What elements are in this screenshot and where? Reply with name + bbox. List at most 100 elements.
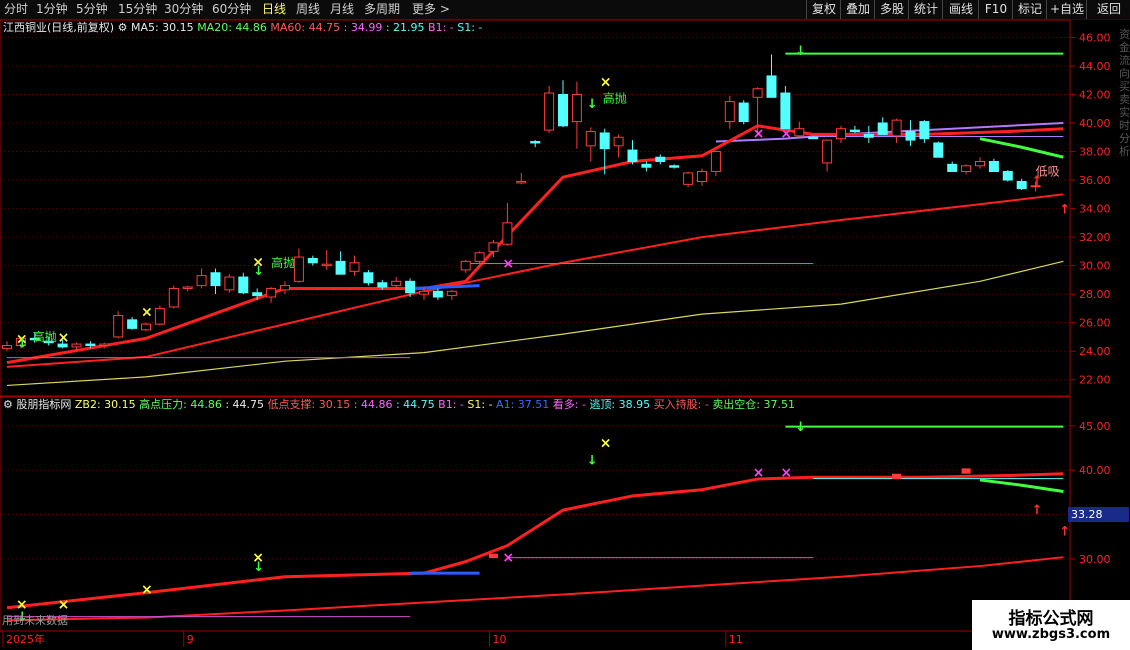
y-tick-label: 32.00	[1079, 231, 1111, 244]
watermark-line1: 指标公式网	[1008, 609, 1094, 629]
value-label-2: : 44.86	[353, 398, 393, 411]
candle-body	[99, 343, 110, 347]
candle-body	[432, 290, 443, 298]
candle-body	[127, 319, 138, 329]
candle-body	[558, 93, 568, 127]
candle-body	[849, 129, 860, 133]
y-tick-label: 46.00	[1079, 31, 1111, 44]
high-throw-label: 高抛	[603, 91, 627, 106]
candle-body	[613, 136, 624, 147]
candle-body	[516, 180, 527, 184]
y-tick-label: 40.00	[1079, 464, 1111, 477]
y-tick-label: 28.00	[1079, 288, 1111, 301]
candle-body	[947, 163, 958, 172]
candle-body	[266, 287, 277, 298]
candle-body	[210, 272, 221, 287]
sub-signal-marker: ×	[753, 465, 765, 481]
signal-marker: ×	[502, 256, 514, 272]
sell-empty-label: 卖出空仓: 37.51	[712, 398, 796, 411]
candle-body	[919, 121, 930, 140]
a1-label: A1: 37.51	[496, 398, 550, 411]
candle-body	[836, 128, 846, 140]
settings-icon[interactable]: ⚙	[118, 21, 128, 34]
sub-signal-marker: ×	[502, 550, 514, 566]
s1-sub-label: S1: -	[467, 398, 493, 411]
signal-marker: ×	[780, 126, 792, 142]
candle-body	[377, 282, 388, 288]
extra-value-1: : 34.99	[343, 21, 383, 34]
sub-line-main	[6, 472, 1064, 610]
candle-body	[252, 292, 263, 297]
candle-body	[1002, 170, 1013, 181]
sub-signal-marker: ×	[780, 465, 792, 481]
candle-body	[85, 343, 96, 347]
candle-body	[669, 165, 680, 168]
signal-arrow: ↓	[17, 337, 28, 352]
candle-body	[335, 260, 346, 275]
x-tick-label: 10	[493, 633, 507, 646]
sub-signal-arrow: ↓	[795, 420, 806, 435]
high-pressure-label: 高点压力: 44.86	[139, 398, 222, 411]
candle-body	[224, 276, 235, 291]
signal-arrow: ↓	[587, 97, 598, 112]
signal-marker: ×	[58, 330, 70, 346]
y-tick-label: 34.00	[1079, 203, 1111, 216]
candle-body	[488, 242, 499, 252]
y-tick-label: 40.00	[1079, 117, 1111, 130]
sub-signal-marker: ×	[600, 436, 612, 452]
candle-body	[293, 256, 304, 282]
y-tick-label: 30.00	[1079, 553, 1111, 566]
candle-body	[419, 290, 429, 295]
candle-body	[544, 92, 555, 131]
candle-body	[391, 280, 402, 287]
settings-icon[interactable]: ⚙	[3, 398, 13, 411]
candle-body	[738, 102, 749, 123]
candle-body	[599, 132, 610, 150]
y-tick-label: 24.00	[1079, 345, 1111, 358]
candle-body	[808, 136, 819, 140]
sub-signal-arrow: ↓	[253, 560, 264, 575]
value-label-1: : 44.75	[225, 398, 265, 411]
signal-arrow: ↓	[795, 44, 806, 59]
y-tick-label: 22.00	[1079, 374, 1111, 387]
x-tick-label: 11	[729, 633, 743, 646]
buy-hold-label: 买入持股: -	[653, 398, 709, 411]
candle-body	[877, 122, 888, 135]
main-legend: 江西铜业(日线,前复权) ⚙ MA5: 30.15 MA20: 44.86 MA…	[3, 21, 482, 35]
candle-body	[822, 139, 833, 164]
sub-signal-marker: ×	[141, 582, 153, 598]
signal-arrow: ↓	[253, 264, 264, 279]
candle-body	[307, 257, 318, 264]
zb2-label: ZB2: 30.15	[74, 398, 136, 411]
y-tick-label: 42.00	[1079, 88, 1111, 101]
candle-body	[905, 131, 916, 141]
value-label-3: : 44.75	[395, 398, 435, 411]
signal-arrow: ↑	[1032, 174, 1043, 189]
candle-body	[196, 275, 207, 287]
candle-body	[446, 290, 457, 297]
escape-top-label: 逃顶: 38.95	[589, 398, 651, 411]
candle-body	[502, 222, 513, 245]
signal-marker: ×	[600, 75, 612, 91]
ma-blue-segment	[410, 284, 480, 290]
watermark: 指标公式网 www.zbgs3.com	[972, 600, 1130, 650]
high-throw-label: 高抛	[271, 255, 295, 270]
extra-value-2: : 21.95	[385, 21, 425, 34]
indicator-name[interactable]: 股朋指标网	[16, 398, 71, 411]
sub-signal-arrow: ↓	[587, 454, 598, 469]
ma-line-red-lower	[6, 193, 1064, 368]
look-long-label: 看多: -	[552, 398, 586, 411]
candle-body	[141, 323, 151, 331]
candle-body	[863, 133, 874, 138]
candle-body	[627, 149, 638, 163]
candle-body	[975, 161, 985, 167]
sub-signal-arrow: ↑	[1032, 503, 1043, 518]
y-tick-label: 30.00	[1079, 260, 1111, 273]
sub-signal-marker: ×	[58, 597, 70, 613]
sub-signal-arrow: ↑	[1059, 525, 1070, 540]
candle-body	[405, 280, 416, 294]
stock-title[interactable]: 江西铜业(日线,前复权)	[3, 21, 114, 34]
candle-body	[780, 92, 791, 130]
ma-line-yellow	[6, 260, 1064, 387]
right-side-text: 资金流向 买卖 实时 分析	[1119, 28, 1130, 158]
